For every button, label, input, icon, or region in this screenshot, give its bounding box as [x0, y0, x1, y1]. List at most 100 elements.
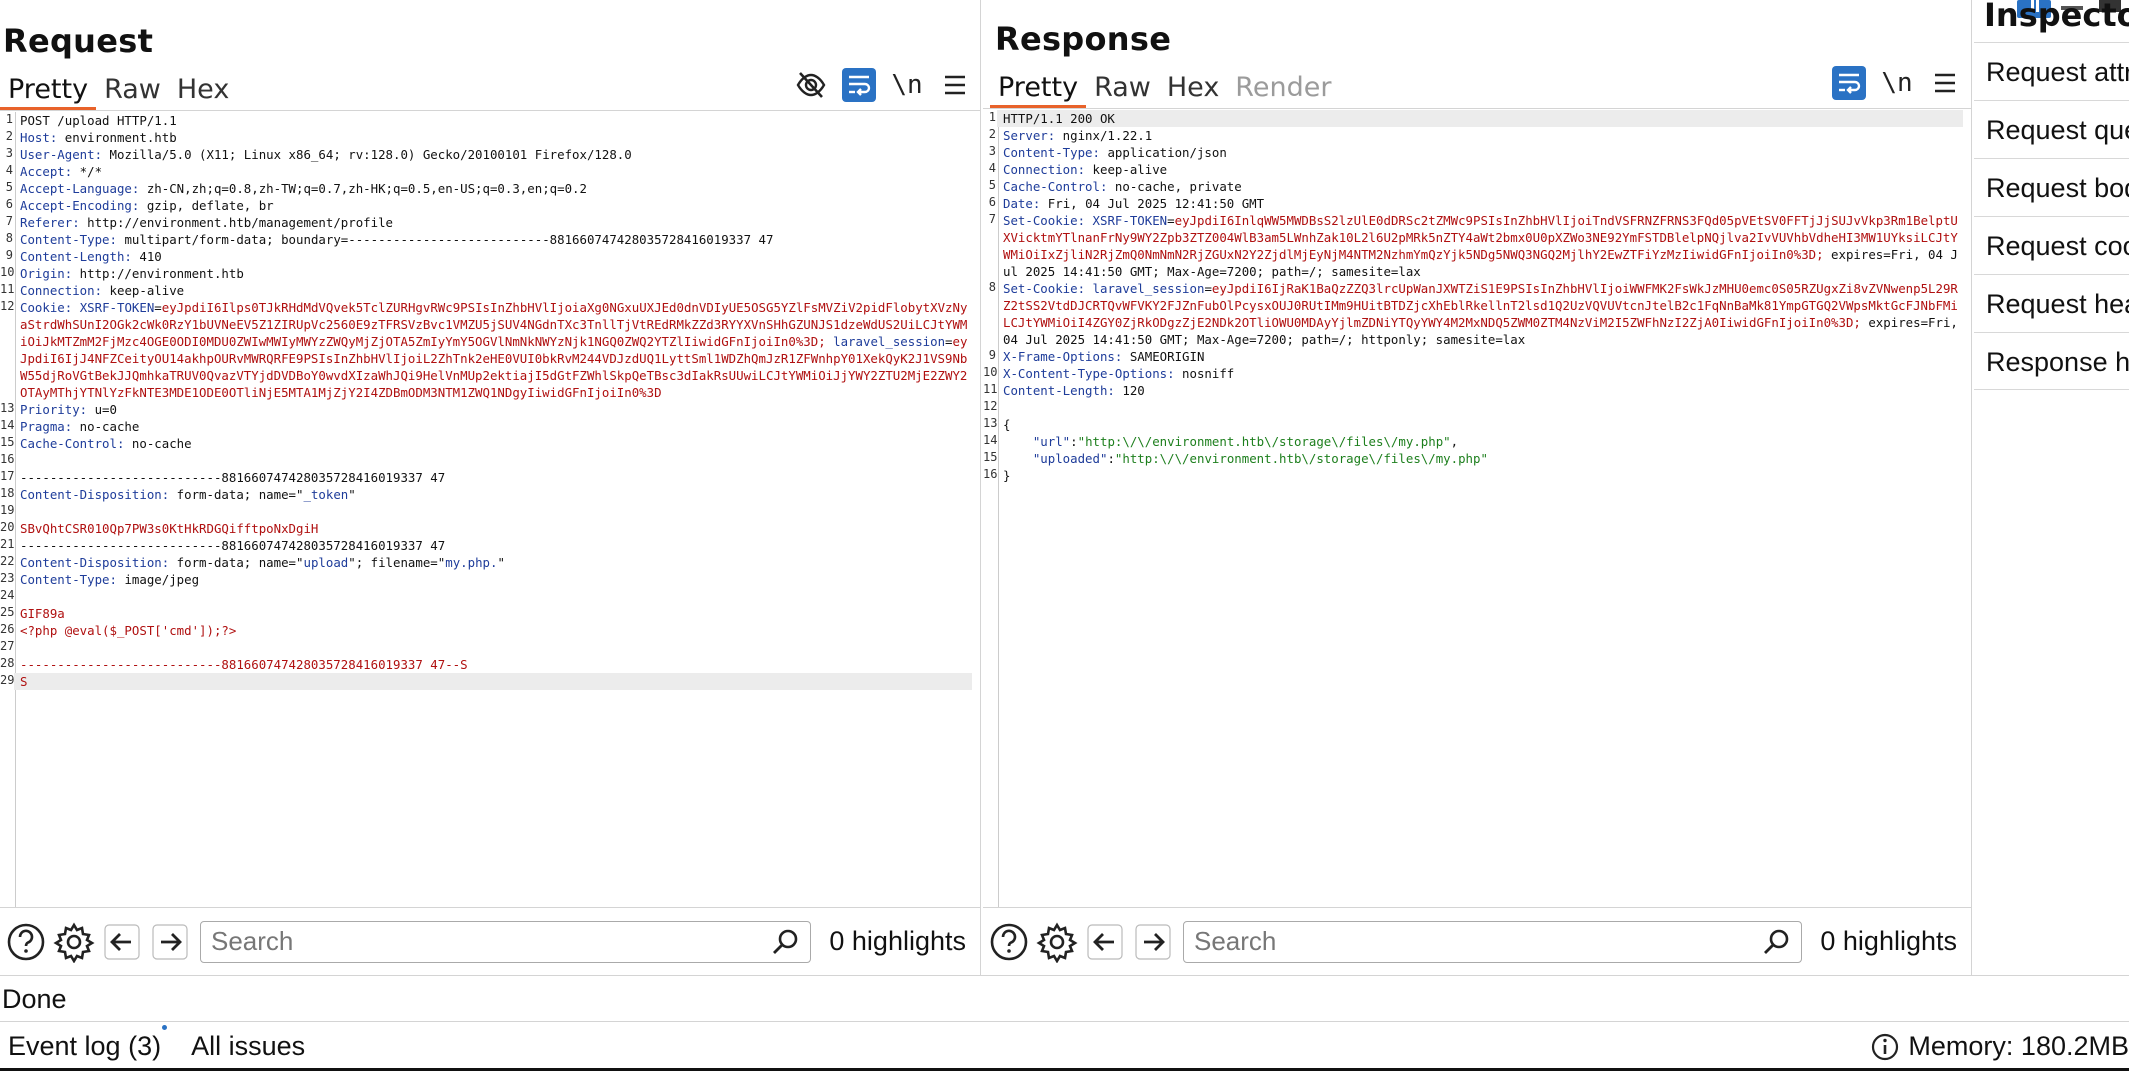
next-arrow-icon[interactable] [148, 920, 192, 964]
line-number: 6 [5, 197, 13, 211]
settings-gear-icon[interactable] [52, 920, 96, 964]
inspector-response-headers[interactable]: Response headers [1974, 332, 2129, 390]
code-line: 10 Origin: http://environment.htb [0, 265, 972, 282]
inspector-request-body[interactable]: Request body parameters [1974, 158, 2129, 216]
token: "; filename=" [348, 555, 446, 570]
hide-non-printable-icon[interactable] [794, 68, 828, 102]
word-wrap-icon[interactable] [1832, 66, 1866, 100]
line-text: Origin: http://environment.htb [14, 265, 972, 282]
next-arrow-icon[interactable] [1131, 920, 1175, 964]
line-number: 13 [0, 401, 15, 415]
token: my.php. [445, 555, 498, 570]
code-line: 3 User-Agent: Mozilla/5.0 (X11; Linux x86… [0, 146, 972, 163]
menu-icon[interactable] [938, 68, 972, 102]
line-text: "url":"http:\/\/environment.htb\/storage… [997, 433, 1963, 450]
line-number: 17 [0, 469, 15, 483]
inspector-request-cookies[interactable]: Request cookies [1974, 216, 2129, 274]
event-log-label: Event log (3) [8, 1031, 162, 1061]
token: User-Agent: [20, 147, 103, 162]
word-wrap-icon[interactable] [842, 68, 876, 102]
token: } [1003, 468, 1011, 483]
token: Server: [1003, 128, 1056, 143]
line-number: 15 [0, 435, 15, 449]
token: keep-alive [102, 283, 185, 298]
event-log-button[interactable]: Event log (3) [0, 1025, 169, 1062]
tab-raw[interactable]: Raw [1086, 68, 1159, 108]
code-line: 8 Content-Type: multipart/form-data; boun… [0, 231, 972, 248]
code-line: 23 Content-Type: image/jpeg [0, 571, 972, 588]
token: Date: [1003, 196, 1041, 211]
line-number: 7 [5, 214, 13, 228]
code-line: 9 X-Frame-Options: SAMEORIGIN [983, 348, 1963, 365]
response-search-field[interactable] [1183, 920, 1803, 963]
inspector-request-attributes[interactable]: Request attributes [1974, 42, 2129, 100]
token: HTTP/1.1 200 OK [1003, 111, 1115, 126]
tab-raw[interactable]: Raw [96, 70, 169, 110]
line-number: 23 [0, 571, 15, 585]
all-issues-button[interactable]: All issues [183, 1031, 313, 1062]
line-number: 4 [988, 161, 996, 175]
line-number: 14 [983, 433, 998, 447]
token: Cache-Control: [1003, 179, 1108, 194]
line-number: 27 [0, 639, 15, 653]
request-toolbar: \n [794, 68, 972, 102]
line-text: Priority: u=0 [14, 401, 972, 418]
token: " [348, 487, 356, 502]
token: Content-Length: [1003, 383, 1115, 398]
response-toolbar: \n [1832, 66, 1962, 100]
request-search-input[interactable] [211, 926, 771, 957]
previous-arrow-icon[interactable] [100, 920, 144, 964]
token: http://environment.htb/management/profil… [79, 215, 393, 230]
request-highlights-count: 0 highlights [829, 926, 966, 956]
tab-pretty[interactable]: Pretty [990, 68, 1087, 108]
line-number: 10 [983, 365, 998, 379]
token: Content-Type: [20, 232, 117, 247]
tab-hex[interactable]: Hex [1159, 68, 1227, 108]
newline-icon[interactable]: \n [890, 68, 924, 102]
footer-bar: Event log (3) All issues Memory: 180.2MB [0, 1021, 2129, 1071]
code-line: 3 Content-Type: application/json [983, 144, 1963, 161]
request-editor[interactable]: 1 POST /upload HTTP/1.1 2 Host: environment… [0, 112, 980, 907]
line-number: 21 [0, 537, 15, 551]
code-line: 14 Pragma: no-cache [0, 418, 972, 435]
line-text: "uploaded":"http:\/\/environment.htb\/st… [997, 450, 1963, 467]
request-lines: 1 POST /upload HTTP/1.1 2 Host: environment… [0, 112, 972, 690]
menu-icon[interactable] [1928, 66, 1962, 100]
line-number: 18 [0, 486, 15, 500]
line-number: 22 [0, 554, 15, 568]
line-number: 15 [983, 450, 998, 464]
response-highlights-count: 0 highlights [1820, 926, 1957, 956]
line-text: Set-Cookie: laravel_session=eyJpdiI6IjRa… [997, 280, 1963, 348]
line-text: Cache-Control: no-cache, private [997, 178, 1963, 195]
line-number: 25 [0, 605, 15, 619]
token: = [154, 300, 162, 315]
token: X-Content-Type-Options: [1003, 366, 1175, 381]
line-number: 28 [0, 656, 15, 670]
settings-gear-icon[interactable] [1035, 920, 1079, 964]
tab-hex[interactable]: Hex [169, 70, 237, 110]
line-number: 5 [988, 178, 996, 192]
response-lines: 1 HTTP/1.1 200 OK 2 Server: nginx/1.22.1 3 Co… [983, 110, 1963, 484]
response-search-input[interactable] [1194, 926, 1762, 957]
inspector-request-headers[interactable]: Request headers [1974, 274, 2129, 332]
previous-arrow-icon[interactable] [1083, 920, 1127, 964]
code-line: 1 HTTP/1.1 200 OK [983, 110, 1963, 127]
tab-render[interactable]: Render [1227, 68, 1339, 108]
token: X-Frame-Options: [1003, 349, 1123, 364]
tab-pretty[interactable]: Pretty [0, 70, 97, 110]
line-number: 11 [983, 382, 998, 396]
line-number: 8 [5, 231, 13, 245]
token: " [497, 555, 505, 570]
help-icon[interactable] [4, 920, 48, 964]
newline-icon[interactable]: \n [1880, 66, 1914, 100]
response-editor[interactable]: 1 HTTP/1.1 200 OK 2 Server: nginx/1.22.1 3 Co… [983, 110, 1971, 907]
line-text: Content-Type: application/json [997, 144, 1963, 161]
request-search-field[interactable] [200, 920, 812, 963]
token: upload [303, 555, 349, 570]
inspector-request-query[interactable]: Request query parameters [1974, 100, 2129, 158]
line-text: GIF89a [14, 605, 972, 622]
help-icon[interactable] [987, 920, 1031, 964]
